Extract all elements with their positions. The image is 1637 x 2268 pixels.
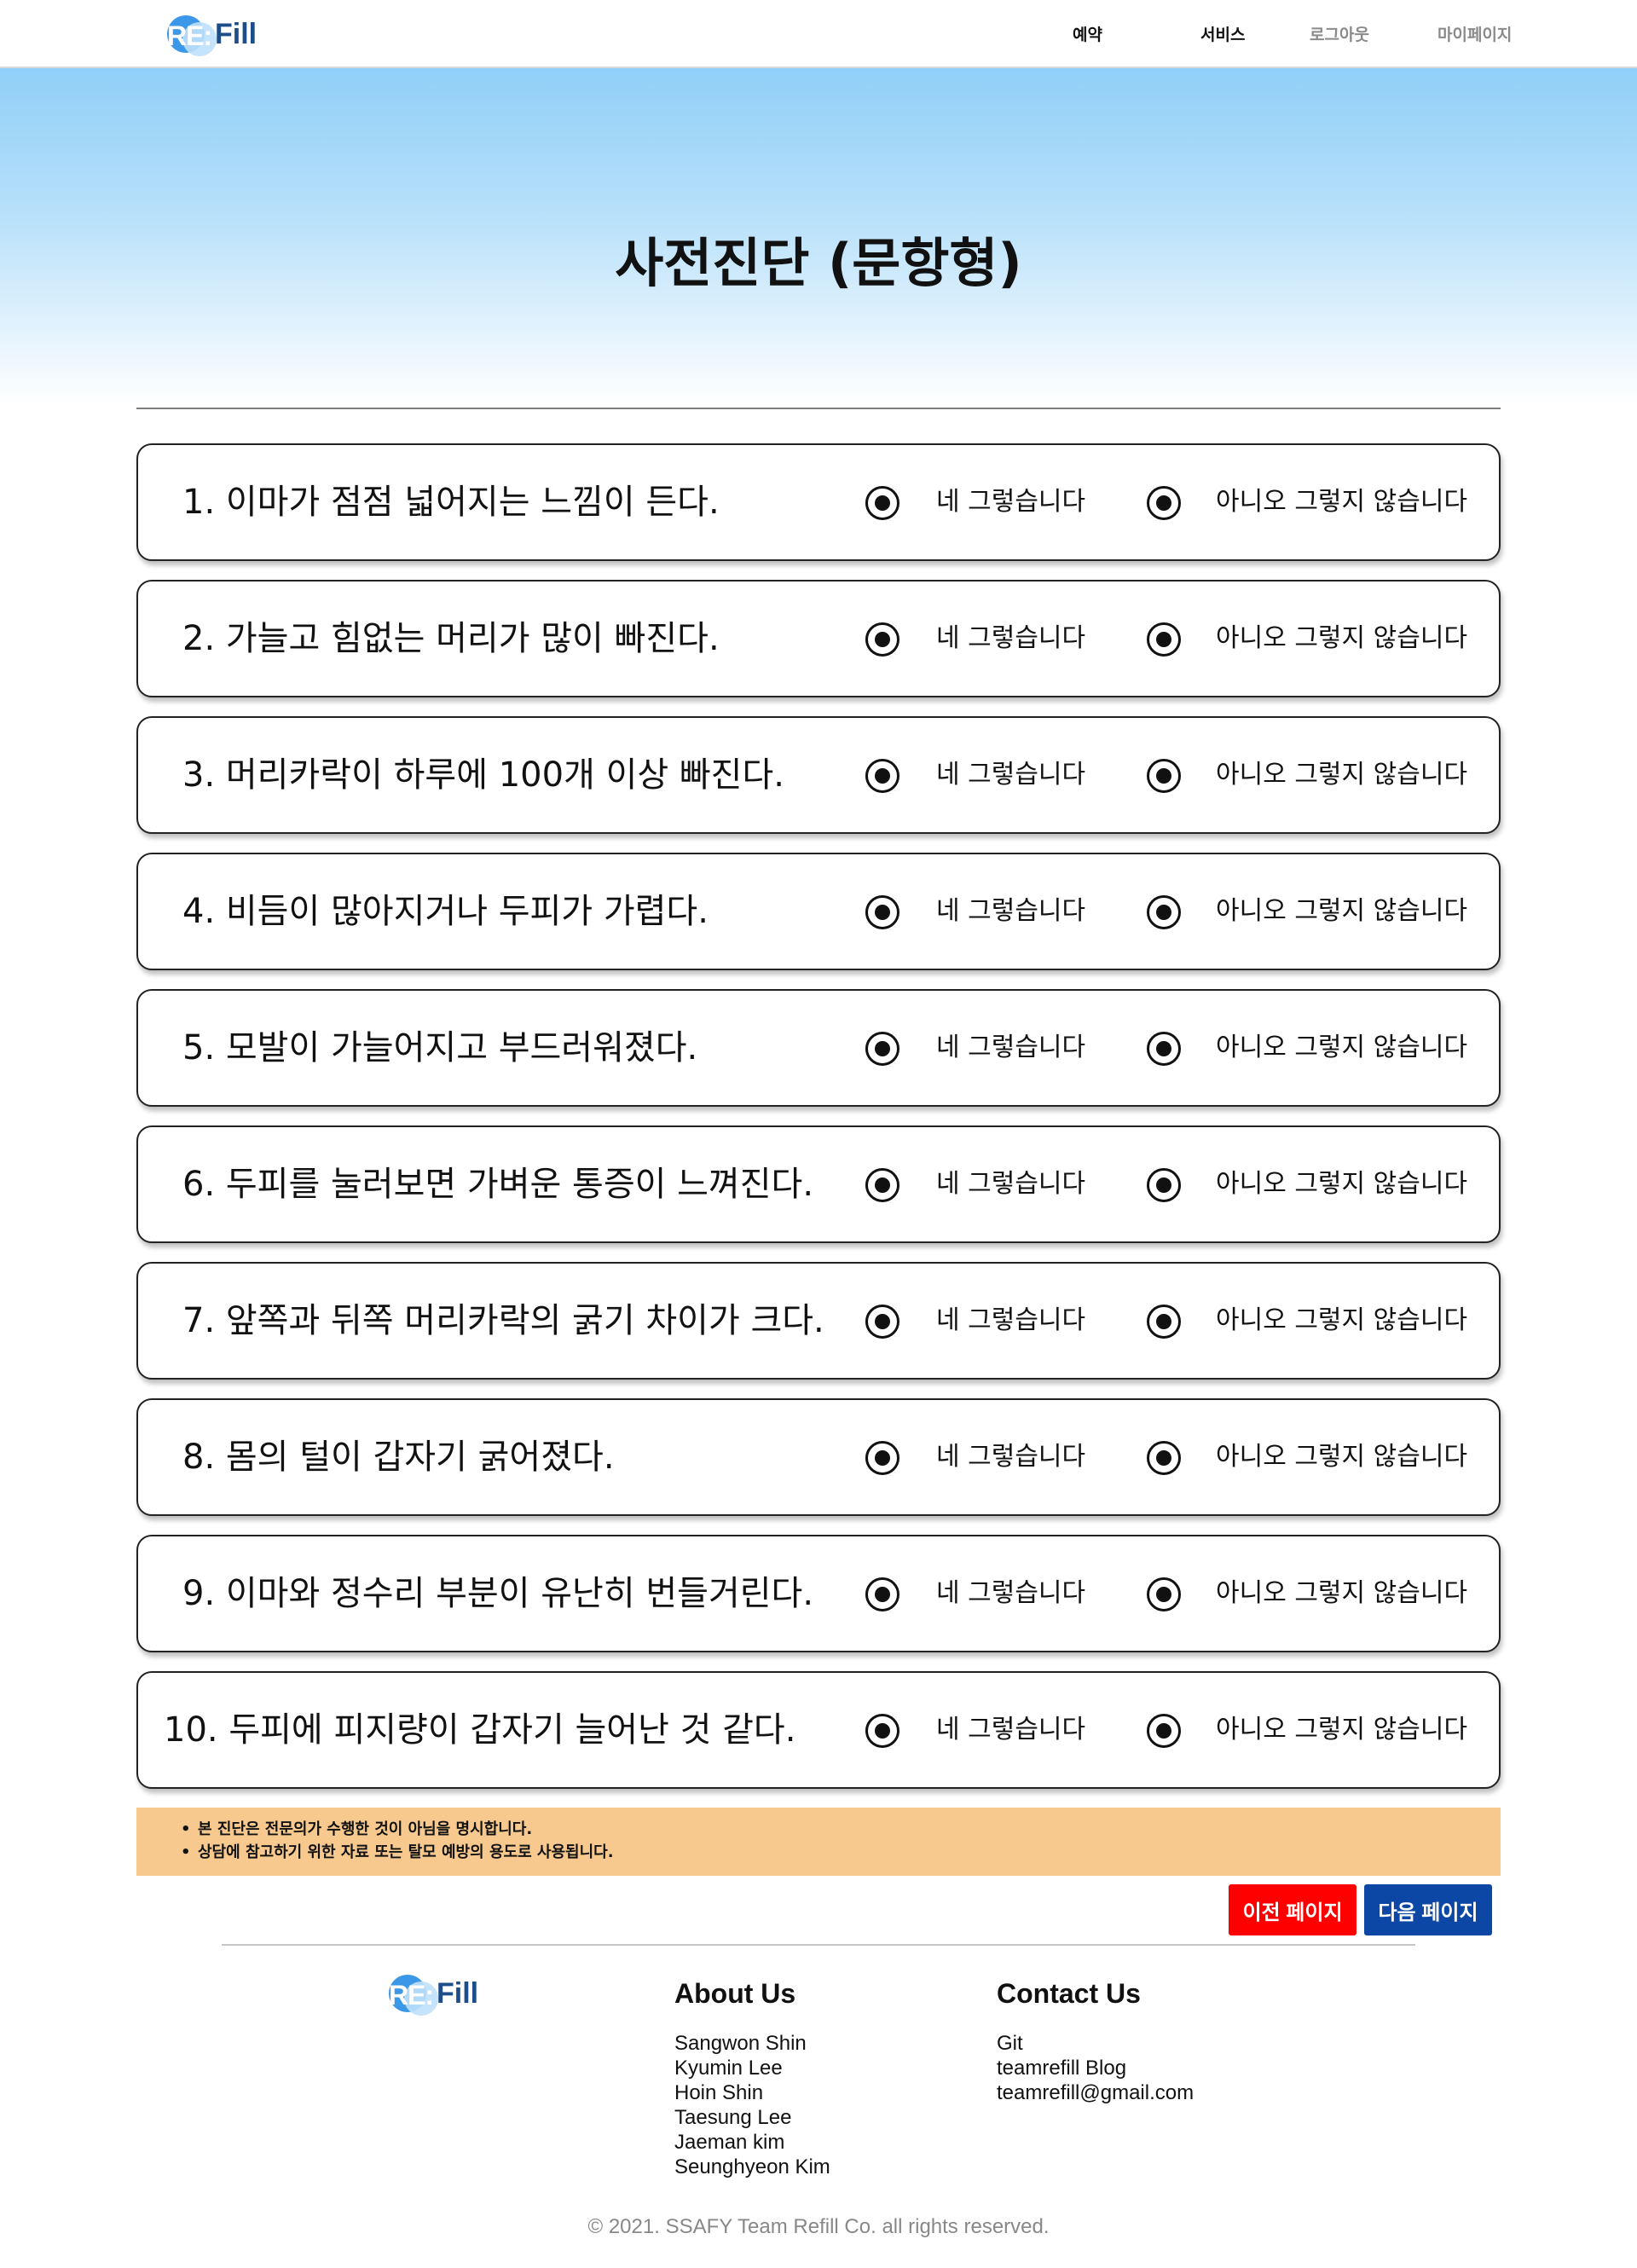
disclaimer-item: 본 진단은 전문의가 수행한 것이 아님을 명시합니다. xyxy=(181,1818,614,1841)
radio-yes-icon[interactable] xyxy=(865,1577,899,1611)
question-text: 10. 두피에 피지량이 갑자기 늘어난 것 같다. xyxy=(164,1710,796,1750)
radio-yes-icon[interactable] xyxy=(865,1714,899,1748)
radio-no-icon[interactable] xyxy=(1147,1441,1181,1475)
prev-page-button[interactable]: 이전 페이지 xyxy=(1229,1884,1356,1935)
logo-mark-text: RE: xyxy=(167,20,212,51)
team-member: Kyumin Lee xyxy=(674,2057,783,2080)
question-card: 5. 모발이 가늘어지고 부드러워졌다. 네 그렇습니다 아니오 그렇지 않습니… xyxy=(136,989,1501,1107)
contact-us-list: Git teamrefill Blog teamrefill@gmail.com xyxy=(997,2031,1194,2105)
nav-mypage[interactable]: 마이페이지 xyxy=(1437,22,1512,45)
option-yes-label[interactable]: 네 그렇습니다 xyxy=(936,854,1085,969)
team-member: Taesung Lee xyxy=(674,2106,792,2129)
blog-link[interactable]: teamrefill Blog xyxy=(997,2056,1194,2080)
question-card: 3. 머리카락이 하루에 100개 이상 빠진다. 네 그렇습니다 아니오 그렇… xyxy=(136,716,1501,834)
radio-no-icon[interactable] xyxy=(1147,622,1181,657)
question-card: 1. 이마가 점점 넓어지는 느낌이 든다. 네 그렇습니다 아니오 그렇지 않… xyxy=(136,443,1501,561)
question-card: 8. 몸의 털이 갑자기 굵어졌다. 네 그렇습니다 아니오 그렇지 않습니다 xyxy=(136,1398,1501,1516)
header-logo[interactable]: RE: Fill xyxy=(167,10,257,58)
option-no-label[interactable]: 아니오 그렇지 않습니다 xyxy=(1216,854,1467,969)
option-no-label[interactable]: 아니오 그렇지 않습니다 xyxy=(1216,445,1467,559)
option-no-label[interactable]: 아니오 그렇지 않습니다 xyxy=(1216,581,1467,696)
radio-yes-icon[interactable] xyxy=(865,759,899,793)
question-text: 2. 가늘고 힘없는 머리가 많이 빠진다. xyxy=(182,619,720,658)
question-text: 8. 몸의 털이 갑자기 굵어졌다. xyxy=(182,1438,615,1477)
question-card: 6. 두피를 눌러보면 가벼운 통증이 느껴진다. 네 그렇습니다 아니오 그렇… xyxy=(136,1125,1501,1243)
question-text: 7. 앞쪽과 뒤쪽 머리카락의 굵기 차이가 크다. xyxy=(182,1301,824,1340)
radio-no-icon[interactable] xyxy=(1147,1577,1181,1611)
option-yes-label[interactable]: 네 그렇습니다 xyxy=(936,1673,1085,1787)
option-yes-label[interactable]: 네 그렇습니다 xyxy=(936,1536,1085,1651)
question-text: 5. 모발이 가늘어지고 부드러워졌다. xyxy=(182,1028,698,1067)
disclaimer-item: 상담에 참고하기 위한 자료 또는 탈모 예방의 용도로 사용됩니다. xyxy=(181,1841,614,1864)
divider xyxy=(136,408,1501,409)
radio-no-icon[interactable] xyxy=(1147,759,1181,793)
copyright: © 2021. SSAFY Team Refill Co. all rights… xyxy=(587,2215,1050,2238)
option-yes-label[interactable]: 네 그렇습니다 xyxy=(936,1127,1085,1241)
radio-no-icon[interactable] xyxy=(1147,1714,1181,1748)
nav-logout[interactable]: 로그아웃 xyxy=(1310,22,1369,45)
disclaimer-notice: 본 진단은 전문의가 수행한 것이 아님을 명시합니다. 상담에 참고하기 위한… xyxy=(136,1808,1501,1876)
option-yes-label[interactable]: 네 그렇습니다 xyxy=(936,991,1085,1105)
option-no-label[interactable]: 아니오 그렇지 않습니다 xyxy=(1216,1400,1467,1514)
logo-mark-icon: RE: xyxy=(167,10,220,58)
email-link[interactable]: teamrefill@gmail.com xyxy=(997,2080,1194,2105)
footer-logo[interactable]: RE: Fill xyxy=(389,1970,478,2017)
question-card: 10. 두피에 피지량이 갑자기 늘어난 것 같다. 네 그렇습니다 아니오 그… xyxy=(136,1671,1501,1789)
nav-reservation[interactable]: 예약 xyxy=(1073,22,1102,45)
logo-text: Fill xyxy=(215,17,257,50)
option-no-label[interactable]: 아니오 그렇지 않습니다 xyxy=(1216,991,1467,1105)
logo-mark-text: RE: xyxy=(389,1980,434,2011)
radio-yes-icon[interactable] xyxy=(865,622,899,657)
option-yes-label[interactable]: 네 그렇습니다 xyxy=(936,718,1085,832)
logo-text: Fill xyxy=(437,1976,479,2010)
question-card: 7. 앞쪽과 뒤쪽 머리카락의 굵기 차이가 크다. 네 그렇습니다 아니오 그… xyxy=(136,1262,1501,1380)
radio-no-icon[interactable] xyxy=(1147,1305,1181,1339)
option-no-label[interactable]: 아니오 그렇지 않습니다 xyxy=(1216,1536,1467,1651)
next-page-button[interactable]: 다음 페이지 xyxy=(1364,1884,1492,1935)
team-member: Seunghyeon Kim xyxy=(674,2155,830,2178)
team-member: Sangwon Shin xyxy=(674,2032,807,2055)
radio-yes-icon[interactable] xyxy=(865,895,899,929)
option-no-label[interactable]: 아니오 그렇지 않습니다 xyxy=(1216,718,1467,832)
question-card: 2. 가늘고 힘없는 머리가 많이 빠진다. 네 그렇습니다 아니오 그렇지 않… xyxy=(136,580,1501,697)
radio-yes-icon[interactable] xyxy=(865,1305,899,1339)
page-title: 사전진단 (문항형) xyxy=(615,232,1022,294)
git-link[interactable]: Git xyxy=(997,2031,1194,2056)
radio-yes-icon[interactable] xyxy=(865,1032,899,1066)
radio-no-icon[interactable] xyxy=(1147,486,1181,520)
footer-divider xyxy=(222,1944,1415,1946)
option-no-label[interactable]: 아니오 그렇지 않습니다 xyxy=(1216,1673,1467,1787)
question-text: 3. 머리카락이 하루에 100개 이상 빠진다. xyxy=(182,755,785,795)
radio-yes-icon[interactable] xyxy=(865,486,899,520)
question-card: 4. 비듬이 많아지거나 두피가 가렵다. 네 그렇습니다 아니오 그렇지 않습… xyxy=(136,853,1501,970)
radio-no-icon[interactable] xyxy=(1147,1032,1181,1066)
option-yes-label[interactable]: 네 그렇습니다 xyxy=(936,445,1085,559)
question-text: 9. 이마와 정수리 부분이 유난히 번들거린다. xyxy=(182,1574,814,1613)
logo-mark-icon: RE: xyxy=(389,1970,442,2017)
contact-us-heading: Contact Us xyxy=(997,1978,1141,2009)
option-no-label[interactable]: 아니오 그렇지 않습니다 xyxy=(1216,1264,1467,1378)
radio-yes-icon[interactable] xyxy=(865,1168,899,1202)
team-member: Hoin Shin xyxy=(674,2081,764,2104)
question-text: 1. 이마가 점점 넓어지는 느낌이 든다. xyxy=(182,483,720,522)
disclaimer-list: 본 진단은 전문의가 수행한 것이 아님을 명시합니다. 상담에 참고하기 위한… xyxy=(181,1818,614,1864)
option-yes-label[interactable]: 네 그렇습니다 xyxy=(936,1264,1085,1378)
option-yes-label[interactable]: 네 그렇습니다 xyxy=(936,1400,1085,1514)
nav-service[interactable]: 서비스 xyxy=(1200,22,1245,45)
option-no-label[interactable]: 아니오 그렇지 않습니다 xyxy=(1216,1127,1467,1241)
question-text: 6. 두피를 눌러보면 가벼운 통증이 느껴진다. xyxy=(182,1165,814,1204)
option-yes-label[interactable]: 네 그렇습니다 xyxy=(936,581,1085,696)
about-us-heading: About Us xyxy=(674,1978,796,2009)
team-member: Jaeman kim xyxy=(674,2131,785,2154)
top-navbar: RE: Fill 예약 서비스 로그아웃 마이페이지 xyxy=(0,0,1637,68)
radio-no-icon[interactable] xyxy=(1147,1168,1181,1202)
about-us-list: Sangwon Shin Kyumin Lee Hoin Shin Taesun… xyxy=(674,2031,830,2179)
radio-no-icon[interactable] xyxy=(1147,895,1181,929)
question-card: 9. 이마와 정수리 부분이 유난히 번들거린다. 네 그렇습니다 아니오 그렇… xyxy=(136,1535,1501,1652)
radio-yes-icon[interactable] xyxy=(865,1441,899,1475)
question-text: 4. 비듬이 많아지거나 두피가 가렵다. xyxy=(182,892,709,931)
